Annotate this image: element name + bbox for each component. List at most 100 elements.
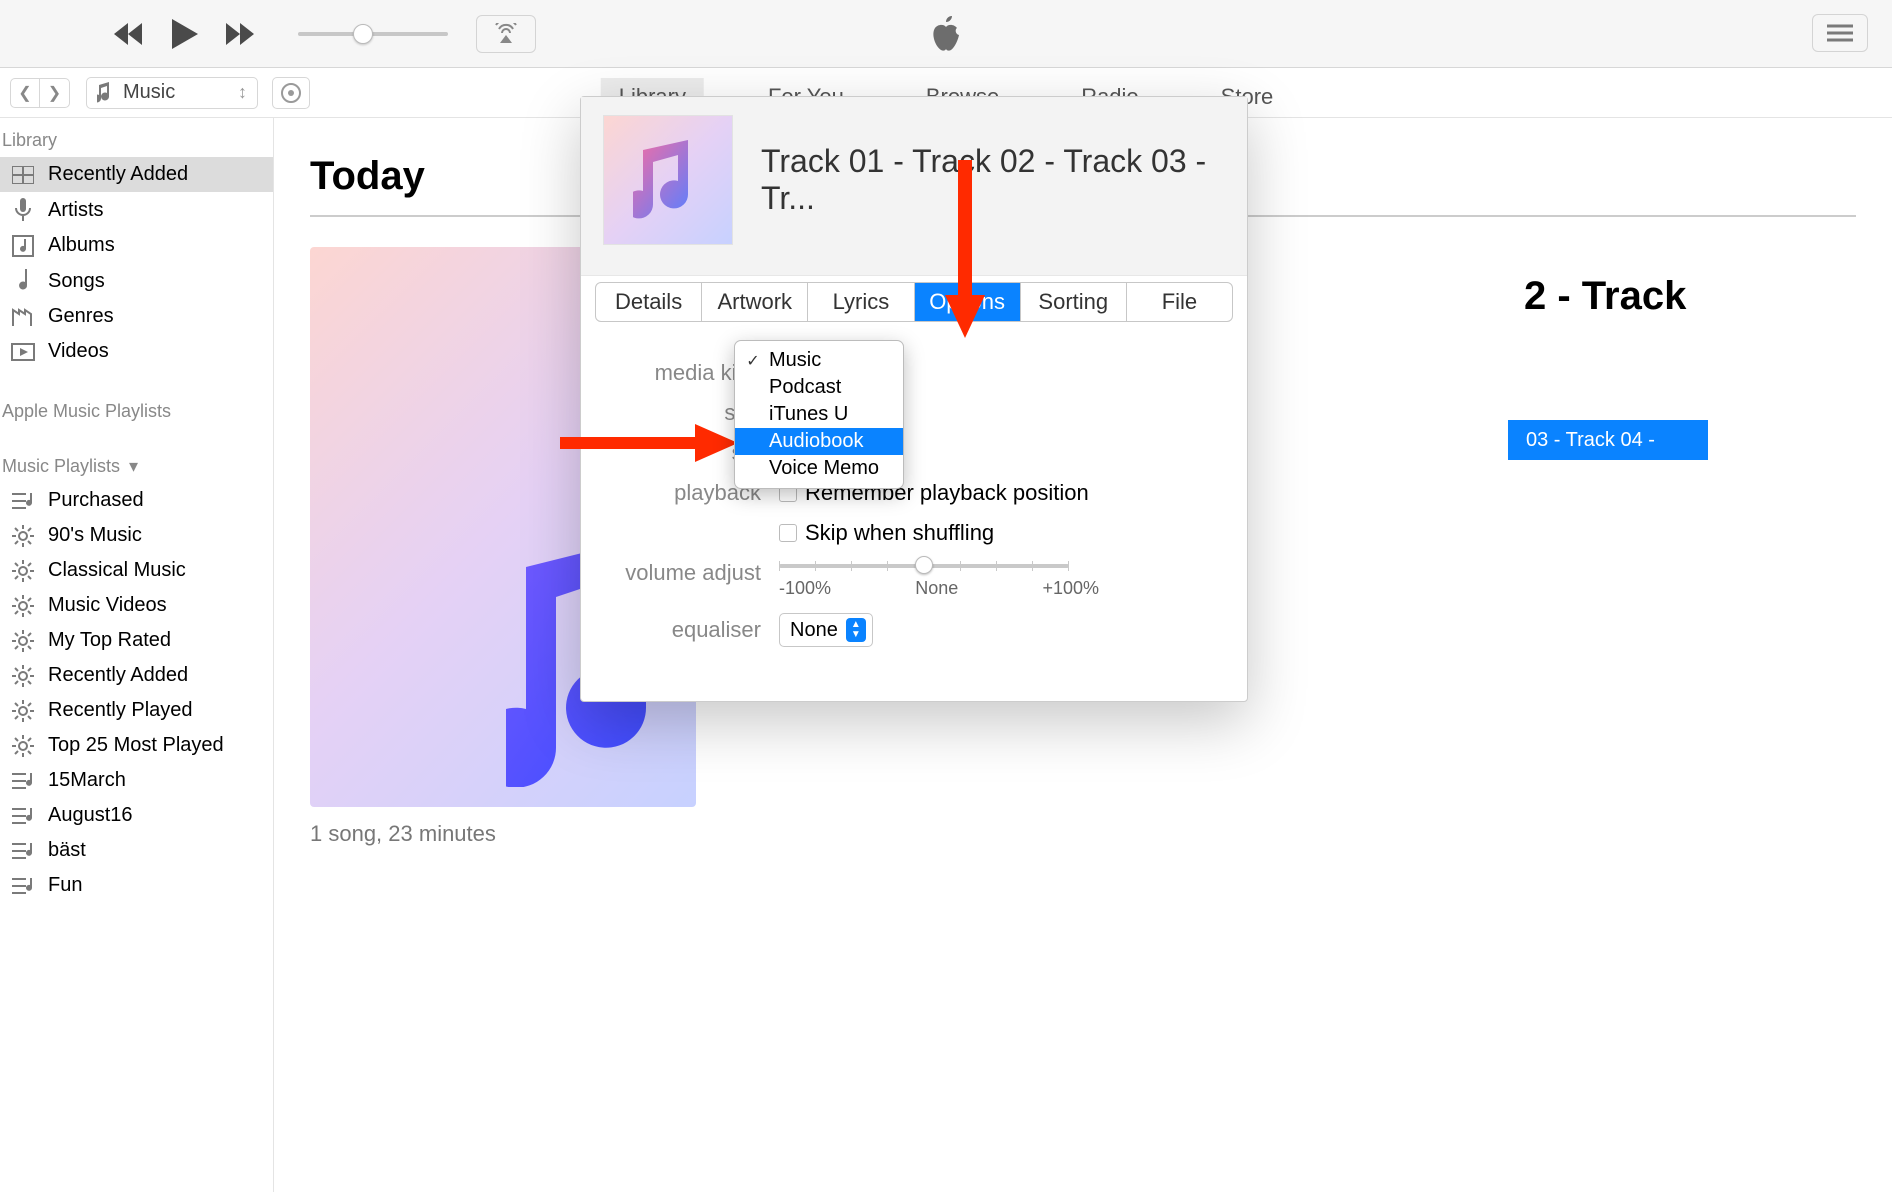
playlist-label: Top 25 Most Played (48, 734, 224, 757)
list-icon (10, 806, 36, 826)
playlist-item[interactable]: August16 (0, 798, 273, 833)
playlist-label: Fun (48, 874, 82, 897)
playlist-item[interactable]: Top 25 Most Played (0, 728, 273, 763)
playlist-item[interactable]: Recently Added (0, 658, 273, 693)
play-button[interactable] (172, 19, 198, 49)
media-kind-option-voice-memo[interactable]: Voice Memo (735, 455, 903, 482)
playlist-label: Recently Played (48, 699, 193, 722)
gear-icon (10, 630, 36, 652)
volume-adjust-slider[interactable] (779, 564, 1069, 568)
dialog-tab-details[interactable]: Details (596, 283, 702, 321)
dialog-artwork (603, 115, 733, 245)
equaliser-value: None (790, 619, 838, 642)
album-icon (10, 235, 36, 257)
dialog-tabs: DetailsArtworkLyricsOptionsSortingFile (595, 282, 1233, 322)
music-note-icon (97, 82, 113, 104)
playlist-item[interactable]: bäst (0, 833, 273, 868)
apple-logo-icon (928, 10, 964, 54)
sidebar: Library Recently Added Artists Albums Songs… (0, 118, 274, 1192)
note-icon (10, 269, 36, 293)
playlist-label: 15March (48, 769, 126, 792)
song-summary: 1 song, 23 minutes (310, 821, 1856, 847)
playlist-item[interactable]: Music Videos (0, 588, 273, 623)
list-view-button[interactable] (1812, 14, 1868, 52)
dialog-tab-sorting[interactable]: Sorting (1021, 283, 1127, 321)
playlist-label: Recently Added (48, 664, 188, 687)
dialog-title: Track 01 - Track 02 - Track 03 - Tr... (761, 143, 1225, 217)
label-skip-shuffling: Skip when shuffling (805, 520, 994, 546)
option-label: Podcast (769, 376, 841, 399)
airplay-button[interactable] (476, 15, 536, 53)
playlist-label: Purchased (48, 489, 144, 512)
vol-minus: -100% (779, 578, 831, 599)
media-type-label: Music (123, 81, 175, 104)
sidebar-item-videos[interactable]: Videos (0, 334, 273, 369)
media-kind-option-podcast[interactable]: Podcast (735, 374, 903, 401)
gear-icon (10, 595, 36, 617)
option-label: iTunes U (769, 403, 848, 426)
sidebar-item-albums[interactable]: Albums (0, 228, 273, 263)
dialog-tab-lyrics[interactable]: Lyrics (808, 283, 914, 321)
prev-button[interactable] (114, 23, 144, 45)
equaliser-select[interactable]: None ▲▼ (779, 613, 873, 647)
check-icon: ✓ (745, 351, 761, 371)
sidebar-item-label: Albums (48, 234, 115, 257)
next-button[interactable] (226, 23, 256, 45)
list-icon (10, 491, 36, 511)
player-toolbar (0, 0, 1892, 68)
background-track-row[interactable]: 03 - Track 04 - (1508, 420, 1708, 460)
media-kind-popup: ✓ Music Podcast iTunes U AudiobookVoice Memo (734, 340, 904, 489)
playlist-item[interactable]: Recently Played (0, 693, 273, 728)
playlist-item[interactable]: Classical Music (0, 553, 273, 588)
sidebar-section-apple: Apple Music Playlists (0, 395, 273, 428)
stepper-icon: ▲▼ (846, 618, 866, 642)
media-kind-option-audiobook[interactable]: Audiobook (735, 428, 903, 455)
chevron-down-icon[interactable]: ▾ (129, 456, 138, 476)
sidebar-item-label: Genres (48, 305, 114, 328)
label-volume-adjust: volume adjust (611, 560, 761, 586)
transport-controls (114, 19, 256, 49)
track-info-dialog: Track 01 - Track 02 - Track 03 - Tr... D… (580, 96, 1248, 702)
dialog-tab-artwork[interactable]: Artwork (702, 283, 808, 321)
dialog-tab-file[interactable]: File (1127, 283, 1232, 321)
sidebar-item-label: Recently Added (48, 163, 188, 186)
volume-slider[interactable] (298, 32, 448, 36)
option-label: Music (769, 349, 821, 372)
gear-icon (10, 665, 36, 687)
media-type-dropdown[interactable]: Music ↕ (86, 77, 258, 109)
playlist-label: Classical Music (48, 559, 186, 582)
sidebar-item-songs[interactable]: Songs (0, 263, 273, 299)
forward-button[interactable]: ❯ (40, 78, 70, 108)
playlist-item[interactable]: 90's Music (0, 518, 273, 553)
sidebar-item-label: Videos (48, 340, 109, 363)
cd-eject-button[interactable] (272, 77, 310, 109)
media-kind-option-itunes-u[interactable]: iTunes U (735, 401, 903, 428)
dialog-tab-options[interactable]: Options (915, 283, 1021, 321)
sidebar-item-artists[interactable]: Artists (0, 192, 273, 228)
chevron-updown-icon: ↕ (238, 82, 247, 103)
option-label: Audiobook (769, 430, 864, 453)
genre-icon (10, 306, 36, 328)
back-button[interactable]: ❮ (10, 78, 40, 108)
playlist-label: bäst (48, 839, 86, 862)
label-equaliser: equaliser (611, 617, 761, 643)
playlist-item[interactable]: Fun (0, 868, 273, 903)
gear-icon (10, 560, 36, 582)
list-icon (10, 876, 36, 896)
sidebar-section-playlists: Music Playlists ▾ (0, 450, 273, 483)
vol-plus: +100% (1042, 578, 1099, 599)
playlist-label: 90's Music (48, 524, 142, 547)
sidebar-item-recently-added[interactable]: Recently Added (0, 157, 273, 192)
gear-icon (10, 525, 36, 547)
sidebar-item-genres[interactable]: Genres (0, 299, 273, 334)
vol-none: None (915, 578, 958, 599)
sidebar-section-library: Library (0, 124, 273, 157)
playlist-item[interactable]: My Top Rated (0, 623, 273, 658)
checkbox-skip-shuffling[interactable] (779, 524, 797, 542)
list-icon (10, 771, 36, 791)
playlist-item[interactable]: Purchased (0, 483, 273, 518)
gear-icon (10, 700, 36, 722)
sidebar-item-label: Artists (48, 199, 104, 222)
playlist-item[interactable]: 15March (0, 763, 273, 798)
media-kind-option-music[interactable]: ✓ Music (735, 347, 903, 374)
